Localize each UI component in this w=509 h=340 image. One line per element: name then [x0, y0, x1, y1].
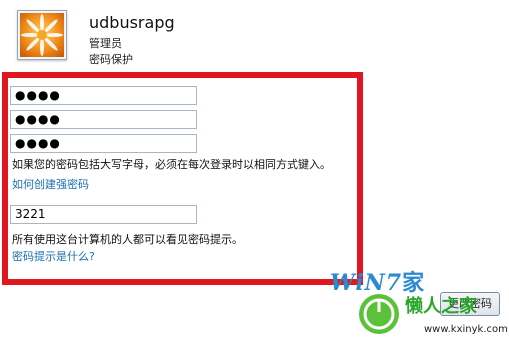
hint-visibility-notice: 所有使用这台计算机的人都可以看见密码提示。 — [12, 233, 243, 246]
user-avatar — [17, 10, 67, 60]
password-hint-help-link[interactable]: 密码提示是什么? — [12, 248, 95, 264]
watermark-logo-icon — [357, 292, 401, 336]
watermark-url: www.kxinyk.com — [424, 324, 508, 335]
caps-lock-hint: 如果您的密码包括大写字母，必须在每次登录时以相同方式键入。 — [12, 158, 331, 171]
password-hint-field[interactable]: 3221 — [10, 205, 197, 224]
strong-password-link[interactable]: 如何创建强密码 — [12, 176, 89, 192]
flower-avatar-icon — [20, 13, 64, 57]
current-password-field[interactable]: ●●●● — [10, 86, 197, 105]
confirm-password-field[interactable]: ●●●● — [10, 134, 197, 153]
change-password-button[interactable]: 更改密码 — [440, 292, 500, 316]
account-username: udbusrapg — [89, 13, 175, 32]
win7-watermark-suffix: 家 — [402, 270, 426, 296]
account-role: 管理员 — [89, 37, 122, 50]
account-status: 密码保护 — [89, 53, 133, 66]
new-password-field[interactable]: ●●●● — [10, 110, 197, 129]
